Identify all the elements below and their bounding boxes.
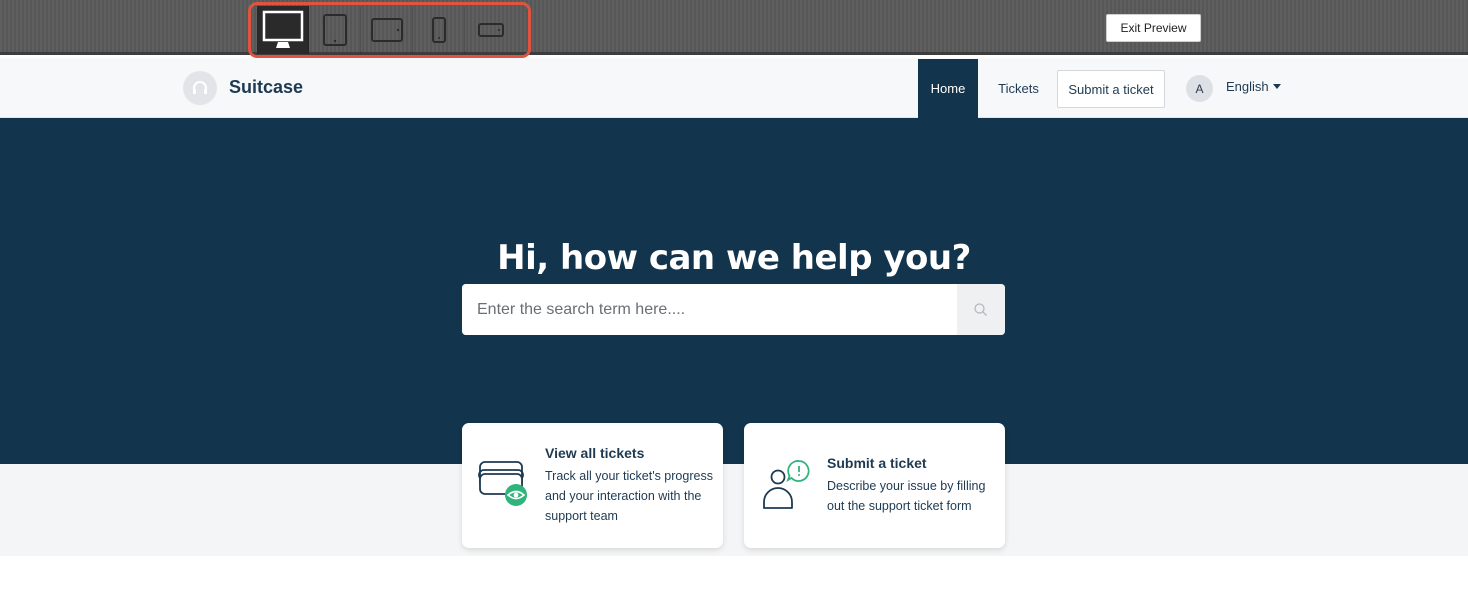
card-description: Track all your ticket's progress and you… <box>545 469 713 523</box>
tablet-landscape-view-button[interactable] <box>361 6 413 54</box>
tablet-portrait-view-button[interactable] <box>309 6 361 54</box>
headset-icon <box>193 81 207 94</box>
mobile-portrait-icon <box>431 17 446 43</box>
search-box <box>462 284 1005 335</box>
lower-section <box>0 464 1468 556</box>
tickets-eye-icon <box>478 461 527 506</box>
device-switcher <box>248 2 531 58</box>
nav-home[interactable]: Home <box>918 59 978 118</box>
avatar[interactable]: A <box>1186 75 1213 102</box>
exit-preview-button[interactable]: Exit Preview <box>1106 14 1201 42</box>
tablet-portrait-icon <box>322 14 347 46</box>
language-label: English <box>1226 79 1269 94</box>
brand-name[interactable]: Suitcase <box>229 77 303 98</box>
person-alert-icon <box>763 460 810 509</box>
card-description: Describe your issue by filling out the s… <box>827 479 986 513</box>
hero-title: Hi, how can we help you? <box>497 238 971 278</box>
preview-toolbar: Exit Preview <box>0 0 1468 58</box>
mobile-landscape-icon <box>478 23 504 37</box>
logo[interactable] <box>183 71 217 105</box>
submit-ticket-button[interactable]: Submit a ticket <box>1057 70 1165 108</box>
desktop-icon <box>262 10 303 48</box>
desktop-view-button[interactable] <box>257 6 309 54</box>
card-title: Submit a ticket <box>827 455 927 471</box>
search-input[interactable] <box>462 284 957 335</box>
submit-ticket-card[interactable]: Submit a ticket Describe your issue by f… <box>744 423 1005 548</box>
tablet-landscape-icon <box>370 18 403 42</box>
card-title: View all tickets <box>545 445 645 461</box>
search-icon <box>974 302 987 316</box>
site-header: Suitcase Home Tickets Submit a ticket A … <box>0 58 1468 118</box>
hero-section: Hi, how can we help you? <box>0 118 1468 464</box>
language-selector[interactable]: English <box>1226 79 1281 94</box>
mobile-portrait-view-button[interactable] <box>413 6 465 54</box>
nav-tickets[interactable]: Tickets <box>991 59 1046 118</box>
search-button[interactable] <box>957 284 1005 335</box>
caret-down-icon <box>1272 84 1281 89</box>
mobile-landscape-view-button[interactable] <box>465 6 517 54</box>
view-all-tickets-card[interactable]: View all tickets Track all your ticket's… <box>462 423 723 548</box>
